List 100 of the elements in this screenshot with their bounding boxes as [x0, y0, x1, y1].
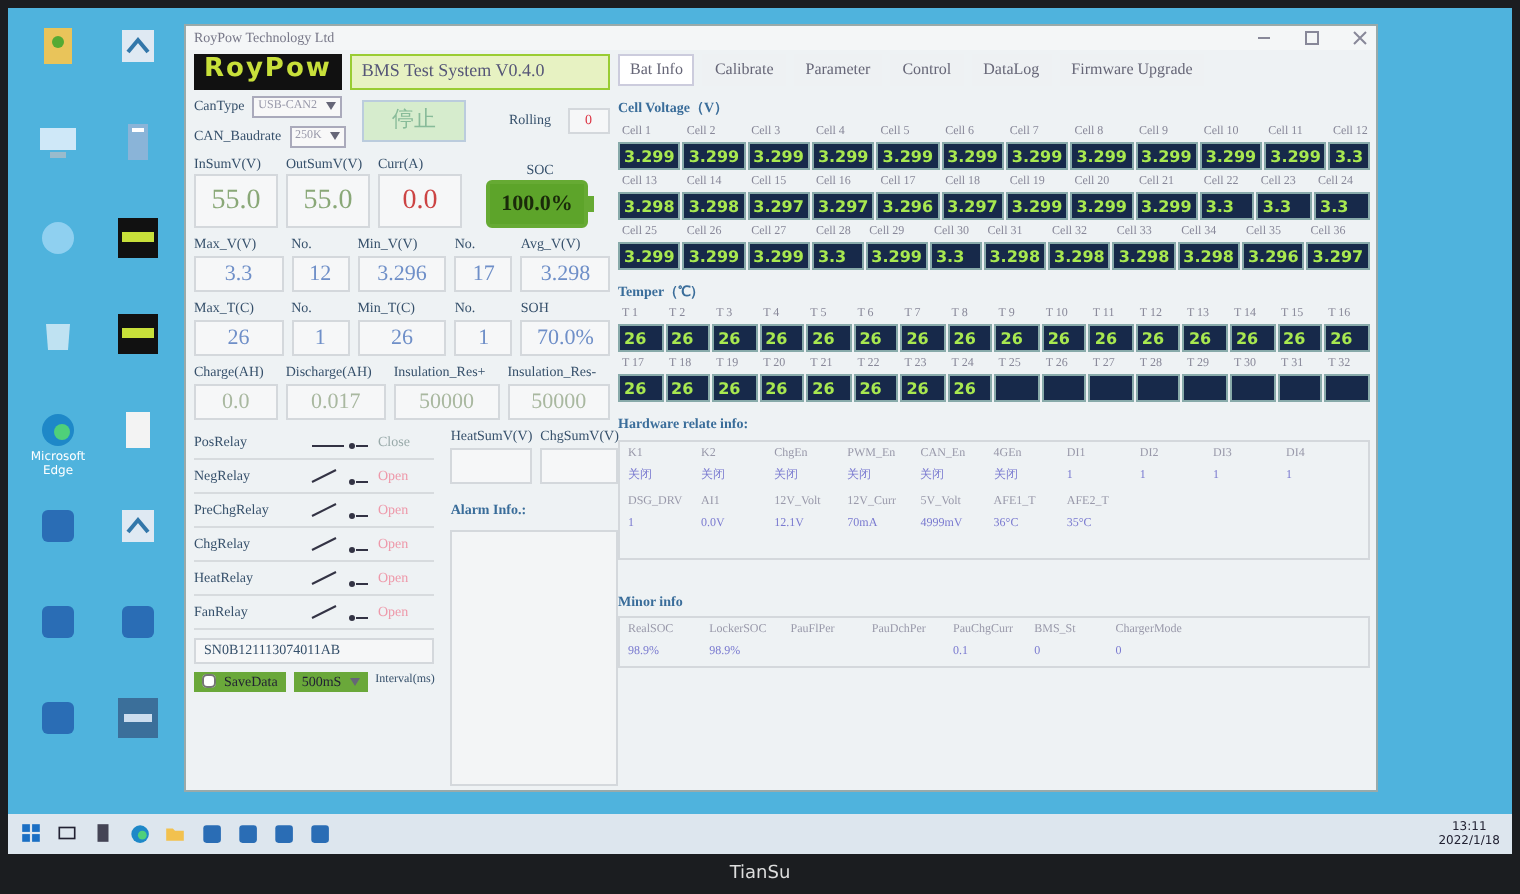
value-cell: 3.298 [1048, 241, 1111, 269]
value-cell: 3.299 [941, 141, 1004, 169]
value-cell: 26 [1182, 324, 1228, 352]
value-display: 55.0 [194, 174, 278, 228]
value-cell: 26 [853, 374, 899, 402]
app-icon[interactable] [272, 822, 296, 846]
value-cell: 3.298 [1112, 241, 1176, 269]
browser-icon[interactable] [36, 408, 80, 452]
value-cell: 3.299 [747, 141, 810, 169]
value-display: 17 [454, 255, 513, 292]
value-cell: 26 [994, 324, 1040, 352]
value-display: 1 [291, 319, 350, 356]
checkbox[interactable] [202, 674, 216, 689]
value-cell: 3.298 [983, 241, 1047, 269]
value-cell: 3.299 [618, 241, 681, 269]
app-icon[interactable] [36, 600, 80, 644]
value-cell: 3.297 [747, 191, 810, 219]
caret-icon[interactable] [329, 132, 340, 140]
value-cell: 3.299 [1070, 141, 1133, 169]
value-cell: 26 [947, 324, 993, 352]
value-display: 26 [357, 319, 447, 356]
value-cell: 26 [618, 374, 664, 402]
app-icon[interactable] [308, 822, 332, 846]
value-cell: 26 [1324, 324, 1370, 352]
app-icon[interactable] [116, 24, 160, 68]
app-icon[interactable] [236, 822, 260, 846]
start-icon[interactable] [20, 822, 44, 846]
value-display: 1 [454, 319, 513, 356]
value-display: 50000 [393, 383, 500, 420]
value-cell: 26 [665, 324, 711, 352]
value-cell: 3.299 [1070, 191, 1133, 219]
value-display: 26 [194, 319, 284, 356]
value-cell: 3.296 [1241, 241, 1305, 269]
app-logo-icon[interactable] [116, 216, 160, 260]
value-cell [1182, 374, 1228, 402]
value-cell: 26 [806, 374, 852, 402]
value-cell: 26 [759, 324, 805, 352]
value-display: 50000 [507, 383, 610, 420]
app-icon[interactable] [116, 696, 160, 740]
system-title: BMS Test System V0.4.0 [349, 54, 610, 89]
value-cell: 26 [853, 324, 899, 352]
value-cell: 26 [1088, 324, 1134, 352]
app-icon[interactable] [36, 504, 80, 548]
value-cell: 3.299 [1135, 191, 1198, 219]
value-cell: 26 [900, 324, 946, 352]
value-display: 3.298 [520, 255, 611, 292]
value-cell: 3.297 [941, 191, 1004, 219]
value-cell [1229, 374, 1276, 402]
value-cell: 3.296 [876, 191, 940, 219]
value-cell: 3.3 [1256, 191, 1312, 219]
app-icon[interactable] [36, 696, 80, 740]
value-cell: 26 [712, 374, 758, 402]
value-cell: 26 [712, 324, 758, 352]
value-cell: 3.3 [1314, 191, 1370, 219]
value-cell: 26 [618, 324, 664, 352]
value-display: 0.0 [194, 383, 278, 420]
logo: RoyPow [194, 54, 342, 89]
value-cell: 3.3 [811, 241, 864, 269]
value-cell [994, 374, 1040, 402]
value-cell: 26 [1135, 324, 1181, 352]
value-display: 3.3 [194, 255, 284, 292]
value-cell: 3.297 [811, 191, 875, 219]
value-cell: 3.298 [682, 191, 746, 219]
value-cell: 3.3 [1199, 191, 1255, 219]
value-cell: 26 [1277, 324, 1323, 352]
close-icon[interactable] [1352, 30, 1368, 46]
value-cell: 3.299 [865, 241, 928, 269]
value-cell: 3.299 [1264, 141, 1327, 169]
app-icon[interactable] [116, 504, 160, 548]
value-display [450, 447, 533, 484]
tab[interactable]: Bat Info [618, 54, 695, 86]
browser-icon[interactable] [128, 822, 152, 846]
value-display: 70.0% [520, 319, 611, 356]
monitor-brand-logo: TianSu [729, 864, 791, 884]
value-cell: 26 [806, 324, 852, 352]
value-cell: 3.299 [1005, 141, 1069, 169]
value-cell [1088, 374, 1134, 402]
value-cell: 26 [947, 374, 993, 402]
app-logo-icon[interactable] [116, 312, 160, 356]
value-display: 12 [291, 255, 350, 292]
value-cell: 3.299 [618, 141, 681, 169]
value-cell [1135, 374, 1181, 402]
value-cell: 3.299 [747, 241, 810, 269]
value-cell: 26 [900, 374, 946, 402]
value-cell: 26 [665, 374, 711, 402]
value-cell: 3.298 [618, 191, 681, 219]
app-icon[interactable] [116, 600, 160, 644]
maximize-icon[interactable] [1304, 30, 1320, 46]
app-icon[interactable] [200, 822, 224, 846]
value-cell [1324, 374, 1370, 402]
value-cell: 3.298 [1177, 241, 1240, 269]
value-cell: 3.299 [1135, 141, 1198, 169]
value-cell: 26 [759, 374, 805, 402]
value-cell: 3.3 [1328, 141, 1370, 169]
caret-icon[interactable] [325, 102, 336, 110]
value-display: 0.017 [285, 383, 386, 420]
value-cell [1041, 374, 1087, 402]
value-cell: 3.299 [682, 241, 746, 269]
value-cell: 3.299 [682, 141, 746, 169]
value-cell: 3.299 [1005, 191, 1069, 219]
